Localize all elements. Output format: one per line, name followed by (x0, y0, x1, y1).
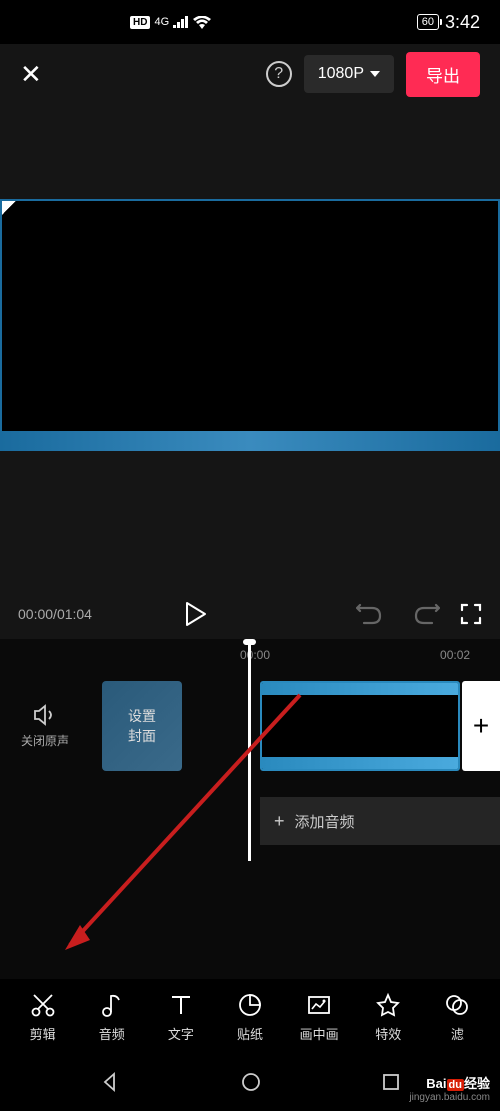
battery-icon: 60 (417, 14, 439, 30)
chevron-down-icon (370, 71, 380, 77)
playback-controls: 00:00/01:04 (0, 589, 500, 639)
status-right: 60 3:42 (417, 12, 480, 33)
video-canvas[interactable] (0, 199, 500, 451)
clock: 3:42 (445, 12, 480, 33)
back-button[interactable] (99, 1071, 121, 1093)
playhead[interactable] (248, 641, 251, 861)
time-mark: 00:00 (240, 648, 270, 662)
redo-button[interactable] (414, 603, 440, 625)
bottom-toolbar: 剪辑 音频 文字 贴纸 画中画 特效 滤 (0, 981, 500, 1053)
android-nav-bar: Baidu经验 jingyan.baidu.com (0, 1053, 500, 1111)
close-button[interactable]: ✕ (20, 59, 42, 90)
export-button[interactable]: 导出 (406, 52, 480, 97)
text-icon (168, 992, 194, 1018)
video-clip[interactable] (260, 681, 460, 771)
sticker-icon (237, 992, 263, 1018)
filter-icon (444, 992, 470, 1018)
mute-label: 关闭原声 (21, 732, 69, 749)
tool-text[interactable]: 文字 (146, 992, 215, 1043)
pip-icon (306, 992, 332, 1018)
speaker-icon (33, 704, 57, 726)
signal-icon (173, 16, 189, 28)
plus-icon: + (274, 811, 285, 832)
tool-filter[interactable]: 滤 (423, 992, 492, 1043)
undo-button[interactable] (356, 603, 382, 625)
status-icons-left: HD 4G (130, 16, 211, 29)
time-mark: 00:02 (440, 648, 470, 662)
set-cover-button[interactable]: 设置 封面 (102, 681, 182, 771)
add-audio-button[interactable]: + 添加音频 (260, 797, 500, 845)
mute-toggle[interactable]: 关闭原声 (0, 704, 90, 749)
add-clip-button[interactable]: + (462, 681, 500, 771)
watermark: Baidu经验 jingyan.baidu.com (409, 1073, 490, 1103)
add-audio-label: 添加音频 (295, 811, 355, 832)
resolution-label: 1080P (318, 65, 364, 83)
tool-audio[interactable]: 音频 (77, 992, 146, 1043)
tool-pip[interactable]: 画中画 (285, 992, 354, 1043)
scissors-icon (30, 992, 56, 1018)
video-preview-area: 00:00/01:04 (0, 104, 500, 639)
tool-sticker[interactable]: 贴纸 (215, 992, 284, 1043)
fullscreen-button[interactable] (460, 603, 482, 625)
timecode: 00:00/01:04 (18, 606, 92, 622)
play-button[interactable] (185, 601, 207, 627)
top-toolbar: ✕ ? 1080P 导出 (0, 44, 500, 104)
timeline-area: 00:00 00:02 关闭原声 设置 封面 + + 添加音频 (0, 639, 500, 979)
resolution-selector[interactable]: 1080P (304, 55, 394, 93)
home-button[interactable] (240, 1071, 262, 1093)
music-note-icon (99, 992, 125, 1018)
corner-handle-icon[interactable] (2, 201, 22, 221)
tool-edit[interactable]: 剪辑 (8, 992, 77, 1043)
help-button[interactable]: ? (266, 61, 292, 87)
star-icon (375, 992, 401, 1018)
wifi-icon (193, 16, 211, 29)
recent-button[interactable] (381, 1072, 401, 1092)
network-icon: 4G (154, 16, 169, 28)
timeline-track[interactable]: 关闭原声 设置 封面 + (0, 671, 500, 781)
status-bar: HD 4G 60 3:42 (0, 0, 500, 44)
hd-badge: HD (130, 16, 150, 29)
tool-effect[interactable]: 特效 (354, 992, 423, 1043)
